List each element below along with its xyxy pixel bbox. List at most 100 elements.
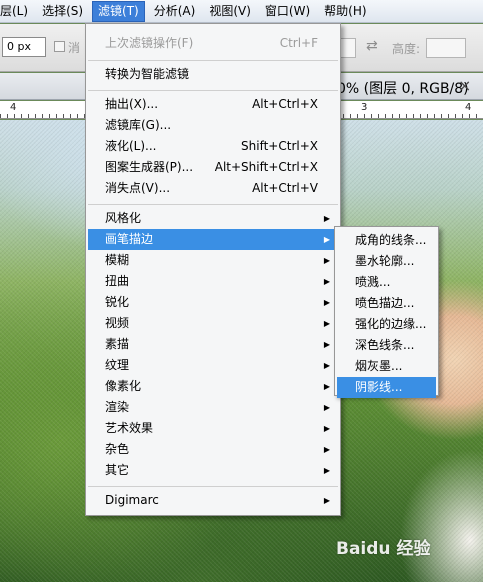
menu-item-label: 深色线条... [355,338,415,352]
menu-item-label: 锐化 [105,295,130,309]
menu-item-label: 模糊 [105,253,130,267]
menu-item-label: 其它 [105,463,130,477]
menu-item-label: 滤镜库(G)... [105,118,172,132]
menu-item-label: 消失点(V)... [105,181,171,195]
ruler-label: 4 [10,102,17,113]
submenu-item-sprayed-strokes[interactable]: 喷色描边... [335,293,438,314]
height-label: 高度: [392,42,421,56]
menu-item-other[interactable]: 其它 ▶ [86,460,340,481]
menu-item-label: 扭曲 [105,274,130,288]
submenu-arrow-icon: ▶ [323,424,330,433]
ruler-label: 3 [361,102,368,113]
menu-separator [88,204,338,205]
menu-item-label: 喷色描边... [355,296,415,310]
menu-help[interactable]: 帮助(H) [319,1,371,22]
menu-item-label: 液化(L)... [105,139,157,153]
submenu-item-accented-edges[interactable]: 强化的边缘... [335,314,438,335]
submenu-item-crosshatch[interactable]: 阴影线... [337,377,436,398]
menu-item-label: 风格化 [105,211,142,225]
menu-item-blur[interactable]: 模糊 ▶ [86,250,340,271]
menu-item-label: 渲染 [105,400,130,414]
menu-item-extract[interactable]: 抽出(X)... Alt+Ctrl+X [86,94,340,115]
menu-item-noise[interactable]: 杂色 ▶ [86,439,340,460]
menubar: 层(L) 选择(S) 滤镜(T) 分析(A) 视图(V) 窗口(W) 帮助(H) [0,0,483,23]
menu-item-label: 喷溅... [355,275,391,289]
menu-item-label: Digimarc [105,493,159,507]
menu-item-digimarc[interactable]: Digimarc ▶ [86,490,340,511]
submenu-item-spatter[interactable]: 喷溅... [335,272,438,293]
menu-item-artistic[interactable]: 艺术效果 ▶ [86,418,340,439]
ruler-label: 4 [465,102,472,113]
submenu-arrow-icon: ▶ [323,214,330,223]
menu-item-label: 视频 [105,316,130,330]
close-icon[interactable]: × [458,76,471,95]
menu-item-pattern-maker[interactable]: 图案生成器(P)... Alt+Shift+Ctrl+X [86,157,340,178]
menu-analysis[interactable]: 分析(A) [149,1,201,22]
submenu-arrow-icon: ▶ [323,361,330,370]
submenu-arrow-icon: ▶ [323,466,330,475]
menu-item-filter-gallery[interactable]: 滤镜库(G)... [86,115,340,136]
menu-item-vanishing-point[interactable]: 消失点(V)... Alt+Ctrl+V [86,178,340,199]
brush-strokes-submenu: 成角的线条... 墨水轮廓... 喷溅... 喷色描边... 强化的边缘... … [334,226,439,398]
menu-item-label: 抽出(X)... [105,97,159,111]
submenu-arrow-icon: ▶ [323,403,330,412]
shortcut: Alt+Ctrl+X [252,97,318,111]
menu-item-video[interactable]: 视频 ▶ [86,313,340,334]
menu-filter[interactable]: 滤镜(T) [92,0,145,22]
menu-select[interactable]: 选择(S) [37,1,88,22]
submenu-arrow-icon: ▶ [323,382,330,391]
menu-item-label: 上次滤镜操作(F) [105,36,194,50]
submenu-item-ink-outlines[interactable]: 墨水轮廓... [335,251,438,272]
menu-item-label: 纹理 [105,358,130,372]
submenu-arrow-icon: ▶ [323,319,330,328]
menu-item-label: 图案生成器(P)... [105,160,194,174]
shortcut: Alt+Ctrl+V [252,181,318,195]
submenu-item-dark-strokes[interactable]: 深色线条... [335,335,438,356]
menu-item-label: 阴影线... [355,380,403,394]
menu-item-sketch[interactable]: 素描 ▶ [86,334,340,355]
submenu-arrow-icon: ▶ [323,496,330,505]
submenu-item-sumi-e[interactable]: 烟灰墨... [335,356,438,377]
menu-item-pixelate[interactable]: 像素化 ▶ [86,376,340,397]
menu-item-label: 转换为智能滤镜 [105,67,190,81]
submenu-arrow-icon: ▶ [323,445,330,454]
submenu-arrow-icon: ▶ [323,298,330,307]
menu-item-label: 墨水轮廓... [355,254,415,268]
menu-item-label: 画笔描边 [105,232,154,246]
menu-item-last-filter: 上次滤镜操作(F) Ctrl+F [86,33,340,54]
antialias-checkbox[interactable] [54,41,65,52]
feather-input[interactable]: 0 px [2,37,46,57]
menu-item-label: 艺术效果 [105,421,154,435]
menu-item-convert-smart-filter[interactable]: 转换为智能滤镜 [86,64,340,85]
submenu-arrow-icon: ▶ [323,235,330,244]
menu-item-sharpen[interactable]: 锐化 ▶ [86,292,340,313]
menu-window[interactable]: 窗口(W) [260,1,315,22]
menu-item-label: 成角的线条... [355,233,427,247]
height-input[interactable] [426,38,466,58]
menu-layer[interactable]: 层(L) [0,1,33,22]
menu-item-distort[interactable]: 扭曲 ▶ [86,271,340,292]
submenu-arrow-icon: ▶ [323,277,330,286]
swap-icon[interactable]: ⇄ [366,38,378,54]
menu-separator [88,60,338,61]
shortcut: Alt+Shift+Ctrl+X [214,160,318,174]
document-title: 0% (图层 0, RGB/8) [337,81,469,97]
filter-menu: 上次滤镜操作(F) Ctrl+F 转换为智能滤镜 抽出(X)... Alt+Ct… [85,23,341,516]
menu-view[interactable]: 视图(V) [204,1,256,22]
menu-item-label: 素描 [105,337,130,351]
menu-item-render[interactable]: 渲染 ▶ [86,397,340,418]
menu-item-label: 烟灰墨... [355,359,403,373]
menu-separator [88,90,338,91]
submenu-arrow-icon: ▶ [323,256,330,265]
shortcut: Ctrl+F [279,36,318,50]
menu-item-label: 像素化 [105,379,142,393]
menu-item-liquify[interactable]: 液化(L)... Shift+Ctrl+X [86,136,340,157]
menu-item-brush-strokes[interactable]: 画笔描边 ▶ [88,229,338,250]
menu-item-texture[interactable]: 纹理 ▶ [86,355,340,376]
menu-item-label: 强化的边缘... [355,317,427,331]
menu-item-label: 杂色 [105,442,130,456]
menu-item-stylize[interactable]: 风格化 ▶ [86,208,340,229]
watermark: Baidu 经验 [336,539,431,559]
shortcut: Shift+Ctrl+X [241,139,318,153]
submenu-item-angled-strokes[interactable]: 成角的线条... [335,230,438,251]
